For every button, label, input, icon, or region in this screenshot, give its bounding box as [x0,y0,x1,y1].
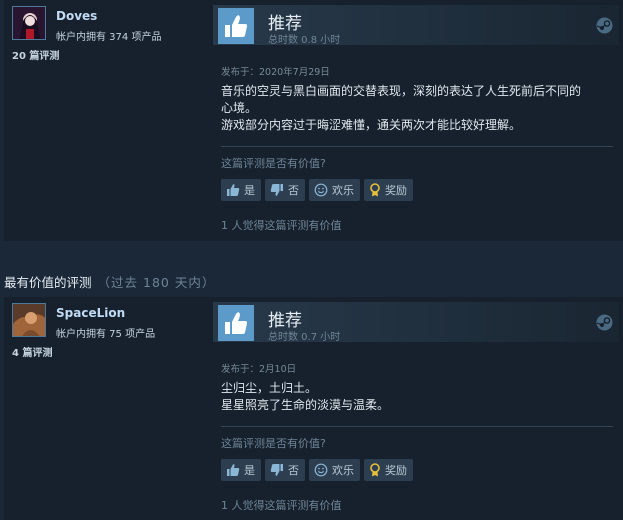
products-owned[interactable]: 帐户内拥有 75 项产品 [56,325,155,340]
review-card: SpaceLion 帐户内拥有 75 项产品 4 篇评测 推荐 总时数 0.7 … [4,297,623,520]
smiley-icon [314,463,328,477]
award-label: 奖励 [385,184,407,197]
review-text-line: 音乐的空灵与黑白画面的交替表现，深刻的表达了人生死前后不同的 [221,84,582,98]
thumbs-down-icon [270,184,283,196]
vote-funny-label: 欢乐 [332,464,354,477]
steam-icon [596,17,613,34]
playtime: 总时数 0.7 小时 [268,332,341,343]
thumbs-up-icon [227,184,240,196]
rating-buttons: 是 否 欢乐 奖励 [221,459,413,481]
thumbs-up-icon [227,464,240,476]
award-button[interactable]: 奖励 [364,459,413,481]
smiley-icon [314,183,328,197]
review-card: Doves 帐户内拥有 374 项产品 20 篇评测 推荐 总时数 0.8 小时… [4,0,623,241]
section-range: （过去 180 天内） [97,275,216,290]
username[interactable]: Doves [56,9,97,23]
section-heading: 最有价值的评测 （过去 180 天内） [4,272,215,291]
review-count[interactable]: 4 篇评测 [12,344,52,359]
avatar[interactable] [12,6,46,40]
avatar[interactable] [12,303,46,337]
vote-no-button[interactable]: 否 [265,179,305,201]
found-helpful-count: 1 人觉得这篇评测有价值 [221,219,342,232]
vote-no-button[interactable]: 否 [265,459,305,481]
vote-funny-label: 欢乐 [332,184,354,197]
award-icon [370,463,380,477]
divider [221,146,613,147]
vote-yes-button[interactable]: 是 [221,179,261,201]
award-button[interactable]: 奖励 [364,179,413,201]
found-helpful-count: 1 人觉得这篇评测有价值 [221,499,342,512]
review-text-line: 游戏部分内容过于晦涩难懂，通关两次才能比较好理解。 [221,118,522,132]
review-text-line: 尘归尘，土归土。 [221,381,318,395]
vote-funny-button[interactable]: 欢乐 [309,459,360,481]
helpful-question: 这篇评测是否有价值? [221,157,326,170]
review-count[interactable]: 20 篇评测 [12,47,59,62]
review-text-line: 星星照亮了生命的淡漠与温柔。 [221,398,390,412]
thumbs-down-icon [270,464,283,476]
steam-icon [596,314,613,331]
username[interactable]: SpaceLion [56,306,125,320]
playtime: 总时数 0.8 小时 [268,35,341,46]
products-owned[interactable]: 帐户内拥有 374 项产品 [56,28,161,43]
thumbs-up-icon [218,305,254,341]
helpful-question: 这篇评测是否有价值? [221,437,326,450]
rating-buttons: 是 否 欢乐 奖励 [221,179,413,201]
vote-yes-label: 是 [244,464,255,477]
vote-header[interactable]: 推荐 总时数 0.7 小时 [213,302,619,343]
posted-date: 发布于：2月10日 [221,364,297,375]
review-text-line: 心境。 [221,101,258,115]
award-label: 奖励 [385,464,407,477]
vote-header[interactable]: 推荐 总时数 0.8 小时 [213,5,619,46]
posted-date: 发布于：2020年7月29日 [221,67,330,78]
thumbs-up-icon [218,8,254,44]
divider [221,426,613,427]
vote-yes-label: 是 [244,184,255,197]
vote-yes-button[interactable]: 是 [221,459,261,481]
section-title: 最有价值的评测 [4,275,92,290]
vote-no-label: 否 [288,184,299,197]
award-icon [370,183,380,197]
vote-funny-button[interactable]: 欢乐 [309,179,360,201]
vote-no-label: 否 [288,464,299,477]
review-text: 尘归尘，土归土。 星星照亮了生命的淡漠与温柔。 [221,380,615,414]
review-text: 音乐的空灵与黑白画面的交替表现，深刻的表达了人生死前后不同的 心境。 游戏部分内… [221,83,615,134]
